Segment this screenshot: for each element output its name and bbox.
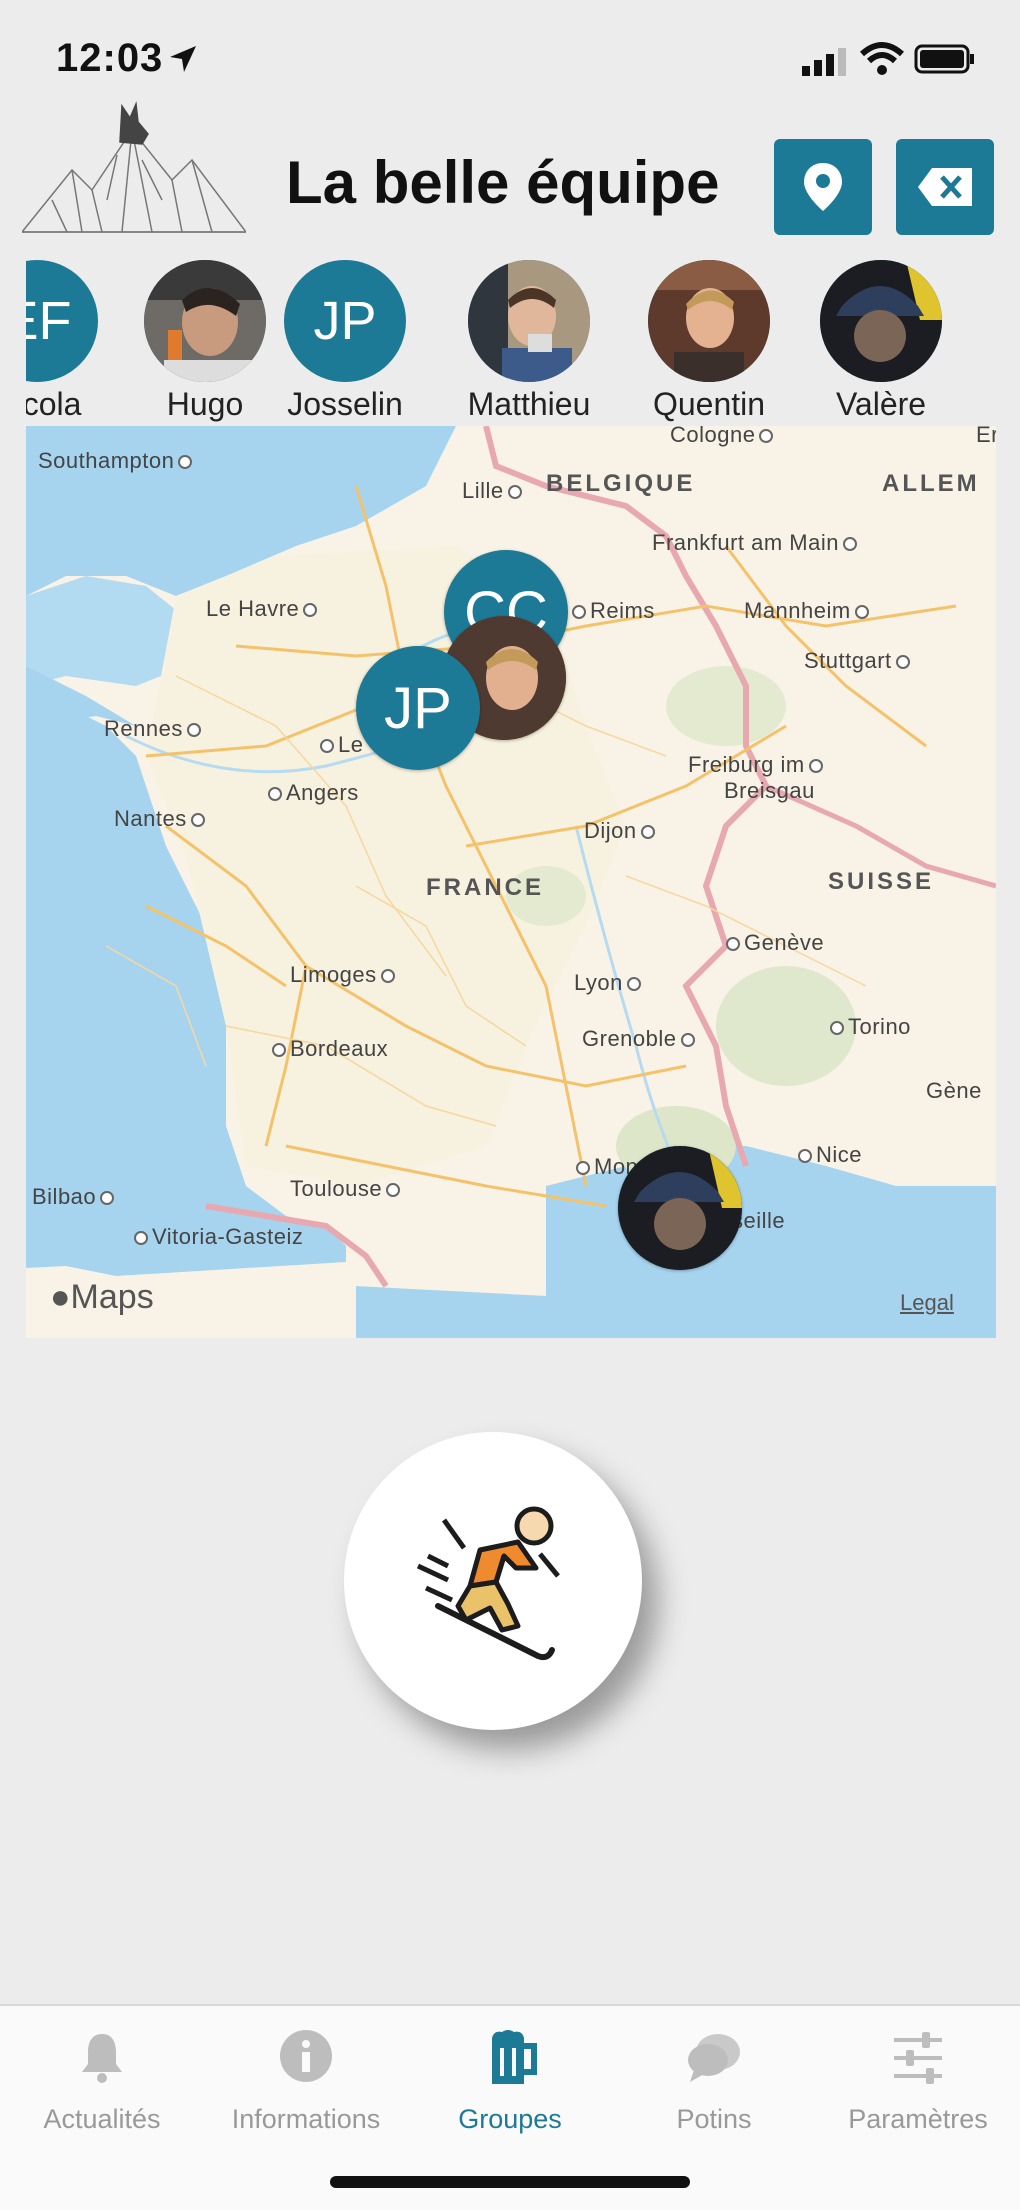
member-item[interactable]: Quentin bbox=[634, 258, 784, 424]
map-label: Gène bbox=[926, 1078, 982, 1103]
sliders-icon bbox=[894, 2032, 942, 2084]
map-label: Breisgau bbox=[724, 778, 815, 803]
map-label: Frankfurt am Main bbox=[652, 530, 861, 556]
map-view[interactable]: Southampton Lille Cologne Frankfurt am M… bbox=[26, 426, 996, 1338]
map-country-label: FRANCE bbox=[426, 874, 544, 901]
members-row[interactable]: EF Nicola Hugo JP Josselin Matthieu bbox=[26, 258, 996, 424]
map-label: Rennes bbox=[104, 716, 205, 742]
tab-label: Actualités bbox=[43, 2104, 161, 2134]
ski-button[interactable] bbox=[344, 1432, 642, 1730]
map-label: Le Havre bbox=[206, 596, 321, 622]
map-label: Genève bbox=[722, 930, 824, 956]
profile-photo bbox=[144, 260, 266, 382]
skier-icon bbox=[416, 1506, 560, 1661]
map-label: Nantes bbox=[114, 806, 209, 832]
signal-icon bbox=[802, 48, 846, 76]
map-label: Southampton bbox=[38, 448, 196, 474]
member-item[interactable]: EF Nicola bbox=[26, 258, 112, 424]
map-country-label: BELGIQUE bbox=[546, 470, 696, 497]
map-label: Stuttgart bbox=[804, 648, 914, 674]
map-pin-photo[interactable] bbox=[618, 1146, 742, 1270]
tab-label: Potins bbox=[676, 2104, 752, 2134]
avatar bbox=[144, 260, 266, 382]
map-label: Torino bbox=[826, 1014, 911, 1040]
member-name: Quentin bbox=[652, 386, 766, 422]
map-country-label: ALLEM bbox=[882, 470, 980, 497]
profile-photo bbox=[468, 260, 590, 382]
apple-logo-icon: ● bbox=[50, 1278, 71, 1316]
map-label: Angers bbox=[264, 780, 359, 806]
member-item[interactable]: Hugo bbox=[130, 258, 280, 424]
map-label: Mannheim bbox=[744, 598, 873, 624]
avatar bbox=[468, 260, 590, 382]
map-label: Bordeaux bbox=[268, 1036, 388, 1062]
chat-bubbles-icon bbox=[688, 2034, 740, 2082]
page-title: La belle équipe bbox=[286, 149, 720, 216]
map-label: Limoges bbox=[290, 962, 399, 988]
tab-actualites[interactable]: Actualités bbox=[0, 2024, 204, 2144]
map-label: Dijon bbox=[584, 818, 659, 844]
map-label: Cologne bbox=[670, 426, 777, 448]
beer-mug-icon bbox=[492, 2030, 537, 2084]
status-time: 12:03 bbox=[56, 36, 164, 80]
map-label: Lille bbox=[462, 478, 526, 504]
avatar: EF bbox=[26, 260, 98, 382]
map-label: Le bbox=[316, 732, 363, 758]
member-item[interactable]: JP Josselin bbox=[270, 258, 420, 424]
tab-label: Groupes bbox=[458, 2104, 562, 2134]
legal-link[interactable]: Legal bbox=[900, 1290, 954, 1316]
location-arrow-icon bbox=[170, 46, 196, 72]
tab-informations[interactable]: Informations bbox=[204, 2024, 408, 2144]
map-label: Er bbox=[976, 426, 996, 447]
avatar: JP bbox=[284, 260, 406, 382]
map-label: Bilbao bbox=[32, 1184, 118, 1210]
map-country-label: SUISSE bbox=[828, 868, 935, 895]
map-label: Grenoble bbox=[582, 1026, 699, 1052]
map-label: Nice bbox=[794, 1142, 862, 1168]
map-label: Reims bbox=[568, 598, 655, 624]
avatar bbox=[820, 260, 942, 382]
home-indicator[interactable] bbox=[330, 2176, 690, 2188]
member-name: Josselin bbox=[287, 386, 403, 422]
tab-label: Paramètres bbox=[848, 2104, 988, 2134]
map-label: Freiburg im bbox=[688, 752, 827, 778]
member-name: Valère bbox=[835, 386, 927, 422]
wolf-mountain-logo bbox=[22, 101, 246, 233]
location-button[interactable] bbox=[774, 139, 872, 235]
map-label: Lyon bbox=[574, 970, 645, 996]
member-item[interactable]: Matthieu bbox=[454, 258, 604, 424]
member-name: Hugo bbox=[166, 386, 244, 422]
info-icon bbox=[280, 2030, 332, 2082]
profile-photo bbox=[618, 1146, 742, 1270]
backspace-icon bbox=[918, 168, 972, 206]
maps-brand: ●Maps bbox=[50, 1278, 154, 1316]
member-name: Nicola bbox=[26, 386, 82, 422]
map-label: Toulouse bbox=[290, 1176, 404, 1202]
tab-label: Informations bbox=[231, 2104, 381, 2134]
wifi-icon bbox=[860, 42, 904, 75]
tab-parametres[interactable]: Paramètres bbox=[816, 2024, 1020, 2144]
avatar bbox=[648, 260, 770, 382]
bell-icon bbox=[82, 2034, 122, 2083]
tab-groupes[interactable]: Groupes bbox=[408, 2024, 612, 2144]
profile-photo bbox=[820, 260, 942, 382]
map-pin[interactable]: JP bbox=[356, 646, 480, 770]
battery-icon bbox=[914, 44, 974, 74]
tab-potins[interactable]: Potins bbox=[612, 2024, 816, 2144]
location-pin-icon bbox=[804, 163, 842, 211]
profile-photo bbox=[648, 260, 770, 382]
delete-button[interactable] bbox=[896, 139, 994, 235]
member-item[interactable]: Valère bbox=[806, 258, 956, 424]
map-label: Vitoria-Gasteiz bbox=[130, 1224, 303, 1250]
member-name: Matthieu bbox=[467, 386, 591, 422]
